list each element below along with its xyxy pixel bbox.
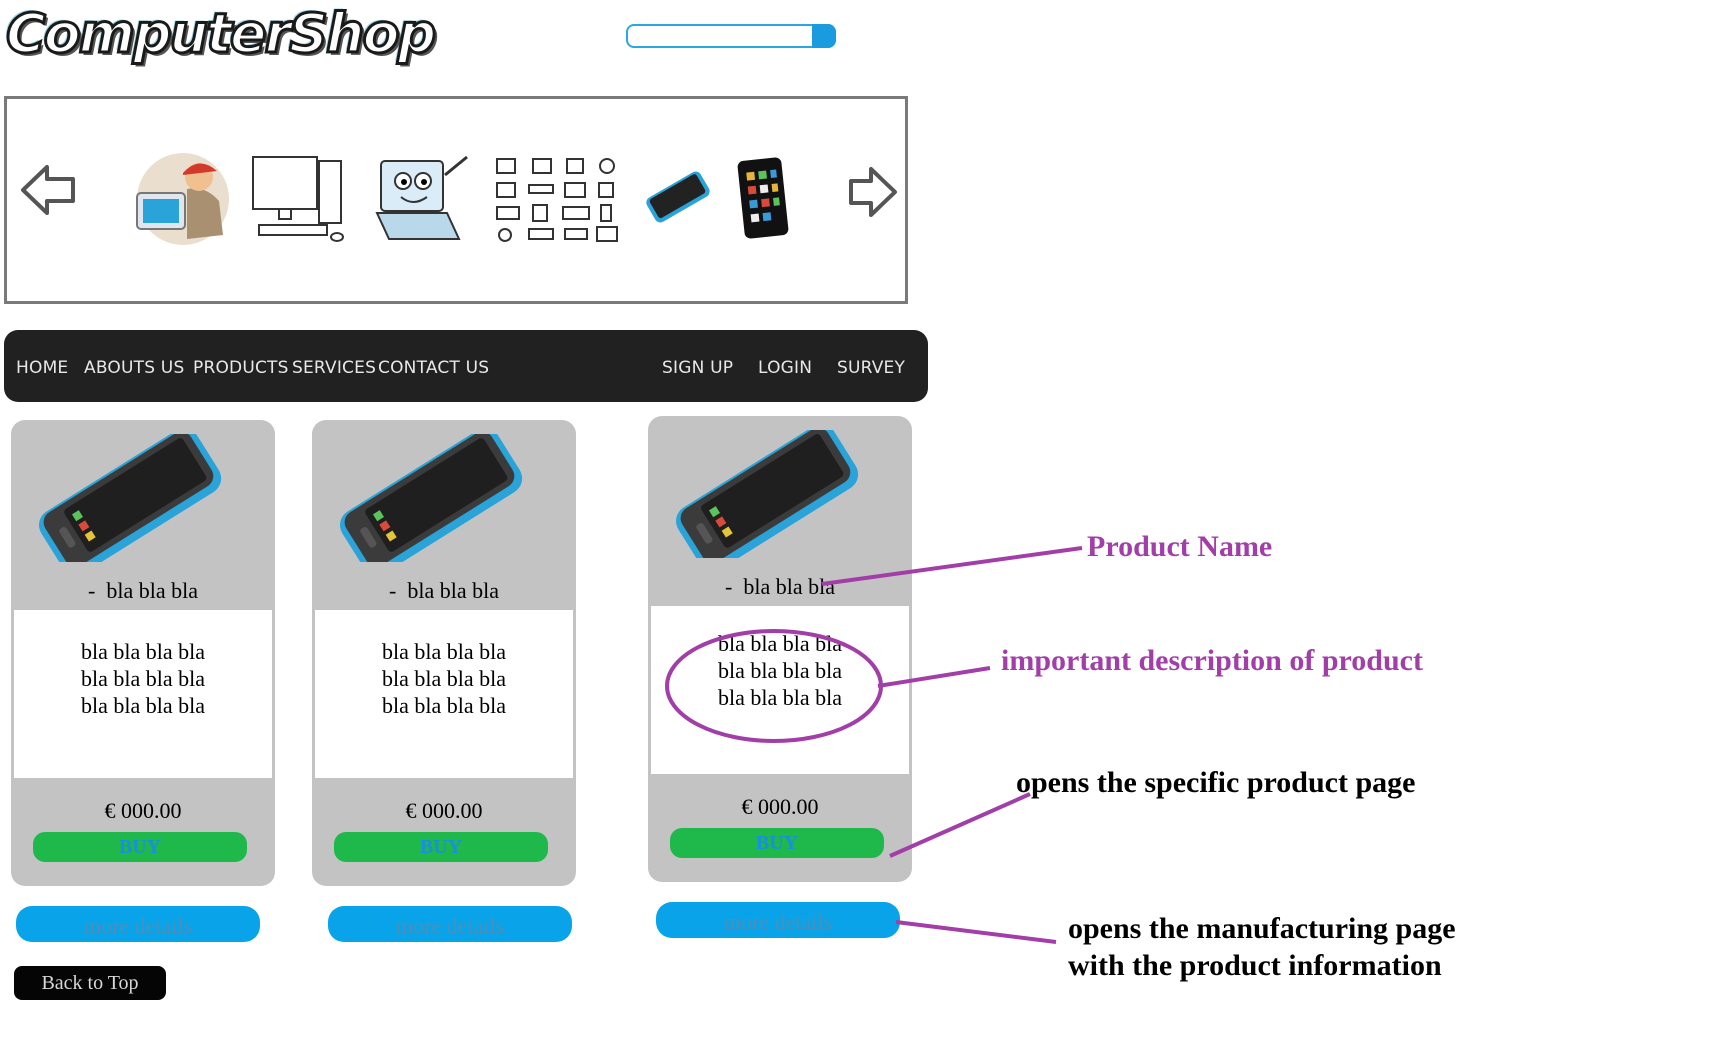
product-card: - bla bla bla bla bla bla bla bla bla bl… [312,420,576,886]
back-to-top-button[interactable]: Back to Top [14,966,166,1000]
desktop-computer-image [252,156,344,242]
tablet-image [737,157,789,239]
nav-sign-up[interactable]: SIGN UP [662,358,733,378]
arrow-right-icon[interactable] [847,165,899,219]
smartphone-image [340,434,523,562]
search-button[interactable] [812,24,836,48]
buy-button[interactable]: BUY [33,832,247,862]
more-details-button[interactable]: more details [16,906,260,942]
nav-products[interactable]: PRODUCTS [193,358,289,378]
product-carousel [4,96,908,304]
product-name: - bla bla bla [389,578,499,603]
smartphone-image [39,434,222,562]
hardware-icons-image [496,158,618,242]
arrow-left-icon[interactable] [19,163,79,217]
laptop-cartoon-image [375,155,468,240]
product-description: bla bla bla bla bla bla bla bla bla bla … [315,610,573,778]
nav-services[interactable]: SERVICES [292,358,376,378]
nav-login[interactable]: LOGIN [758,358,812,378]
smartphone-image [646,171,710,223]
annotation-description: important description of product [1001,644,1423,677]
nav-contact-us[interactable]: CONTACT US [378,358,489,378]
annotation-buy-note: opens the specific product page [1016,766,1416,799]
technician-image [136,153,229,245]
main-nav: HOME ABOUTS US PRODUCTS SERVICES CONTACT… [4,330,928,402]
more-details-button[interactable]: more details [656,902,900,938]
smartphone-image [676,430,859,558]
logo-text: ComputerShop [5,1,438,67]
annotation-more-note-line2: with the product information [1068,949,1442,982]
buy-button[interactable]: BUY [334,832,548,862]
product-description: bla bla bla bla bla bla bla bla bla bla … [651,606,909,774]
buy-button[interactable]: BUY [670,828,884,858]
annotation-more-note-line1: opens the manufacturing page [1068,912,1456,945]
more-details-leader-line [895,920,1057,944]
product-price: € 000.00 [741,794,819,819]
product-card: - bla bla bla bla bla bla bla bla bla bl… [648,416,912,882]
product-description: bla bla bla bla bla bla bla bla bla bla … [14,610,272,778]
nav-abouts-us[interactable]: ABOUTS US [84,358,184,378]
product-name: - bla bla bla [88,578,198,603]
product-price: € 000.00 [104,798,182,823]
annotation-product-name: Product Name [1087,530,1273,563]
product-card: - bla bla bla bla bla bla bla bla bla bl… [11,420,275,886]
search-input[interactable] [626,24,836,48]
more-details-button[interactable]: more details [328,906,572,942]
product-price: € 000.00 [405,798,483,823]
shop-logo[interactable]: ComputerShop [5,1,446,84]
nav-survey[interactable]: SURVEY [837,358,905,378]
product-name: - bla bla bla [725,574,835,599]
nav-home[interactable]: HOME [16,358,68,378]
